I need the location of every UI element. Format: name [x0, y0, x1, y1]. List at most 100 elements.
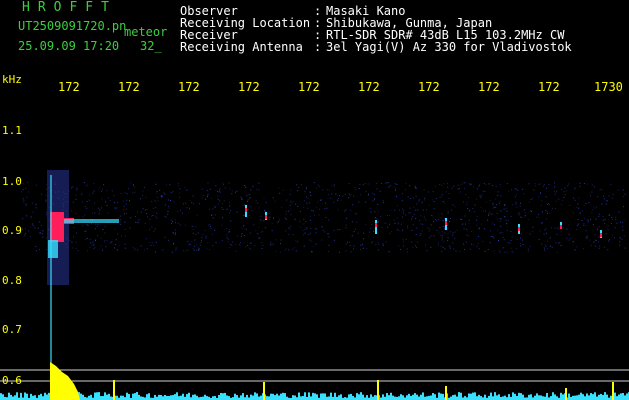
noise-dot: [25, 187, 27, 189]
noise-dot: [529, 201, 530, 203]
noise-dot: [560, 245, 562, 246]
noise-dot: [510, 216, 512, 217]
noise-dot: [428, 191, 430, 193]
noise-dot: [291, 202, 293, 204]
noise-dot: [292, 234, 294, 236]
noise-dot: [543, 246, 545, 248]
noise-dot: [126, 193, 128, 195]
noise-dot: [73, 236, 75, 238]
amplitude-bar: [478, 394, 480, 400]
noise-dot: [153, 245, 155, 247]
noise-dot: [86, 201, 88, 203]
noise-dot: [307, 207, 309, 209]
noise-dot: [482, 210, 484, 212]
noise-dot: [240, 196, 242, 198]
amplitude-bar: [540, 395, 542, 400]
noise-dot: [26, 182, 28, 184]
noise-dot: [462, 243, 464, 245]
noise-dot: [71, 210, 72, 212]
noise-dot: [345, 209, 347, 211]
amplitude-bar: [358, 394, 360, 400]
amplitude-bar: [622, 393, 624, 400]
amplitude-bar: [226, 395, 228, 400]
noise-dot: [219, 200, 221, 202]
noise-dot: [306, 227, 308, 229]
noise-dot: [387, 215, 388, 216]
noise-dot: [444, 248, 446, 250]
noise-dot: [208, 224, 210, 226]
noise-dot: [499, 232, 501, 234]
noise-dot: [449, 245, 451, 247]
noise-dot: [185, 202, 187, 204]
amplitude-bar: [234, 393, 236, 400]
noise-dot: [556, 227, 558, 229]
amplitude-bar: [410, 395, 412, 400]
amplitude-bar: [14, 395, 16, 400]
noise-dot: [554, 182, 555, 184]
noise-dot: [568, 239, 570, 241]
amplitude-bar: [402, 395, 404, 400]
noise-dot: [611, 216, 613, 218]
noise-dot: [591, 212, 593, 214]
noise-dot: [554, 193, 556, 195]
amplitude-bar: [390, 392, 392, 400]
noise-dot: [411, 241, 413, 243]
amplitude-bar: [236, 395, 238, 400]
noise-dot: [493, 223, 495, 225]
noise-dot: [303, 234, 305, 236]
noise-dot: [577, 203, 579, 205]
noise-dot: [557, 228, 559, 230]
noise-dot: [214, 206, 216, 208]
noise-dot: [551, 207, 553, 209]
amplitude-bar: [580, 392, 582, 400]
noise-dot: [133, 185, 134, 187]
noise-dot: [527, 248, 529, 250]
noise-dot: [414, 185, 416, 187]
noise-dot: [215, 214, 217, 216]
noise-dot: [465, 241, 467, 243]
noise-dot: [453, 248, 455, 250]
noise-dot: [512, 251, 514, 253]
noise-dot: [346, 217, 348, 219]
noise-dot: [201, 188, 203, 190]
noise-dot: [91, 212, 93, 214]
noise-dot: [377, 211, 379, 213]
noise-dot: [124, 213, 125, 215]
noise-dot: [433, 201, 435, 202]
noise-dot: [175, 222, 177, 224]
noise-dot: [310, 240, 312, 242]
noise-dot: [516, 248, 517, 250]
noise-dot: [189, 200, 191, 202]
noise-dot: [595, 218, 597, 220]
noise-dot: [355, 189, 357, 191]
noise-dot: [538, 217, 540, 219]
amplitude-bar: [308, 392, 310, 400]
noise-dot: [511, 189, 513, 191]
noise-dot: [285, 213, 287, 215]
noise-dot: [478, 227, 480, 229]
noise-dot: [499, 251, 501, 253]
amplitude-bar: [494, 392, 496, 400]
noise-dot: [390, 210, 392, 211]
noise-dot: [546, 232, 547, 234]
noise-dot: [465, 194, 467, 196]
noise-dot: [405, 182, 407, 184]
noise-dot: [335, 193, 337, 195]
noise-dot: [495, 185, 497, 187]
noise-dot: [289, 193, 291, 195]
noise-dot: [592, 209, 594, 211]
noise-dot: [87, 224, 89, 226]
amplitude-bar: [528, 394, 530, 400]
noise-dot: [528, 218, 530, 220]
noise-dot: [621, 221, 623, 223]
amplitude-bar: [406, 395, 408, 400]
noise-dot: [175, 249, 177, 251]
noise-dot: [558, 198, 560, 200]
noise-dot: [350, 209, 352, 211]
noise-dot: [580, 212, 581, 214]
noise-dot: [406, 248, 408, 250]
noise-dot: [209, 208, 210, 210]
noise-dot: [206, 195, 208, 197]
noise-dot: [549, 237, 551, 239]
noise-dot: [207, 242, 209, 244]
